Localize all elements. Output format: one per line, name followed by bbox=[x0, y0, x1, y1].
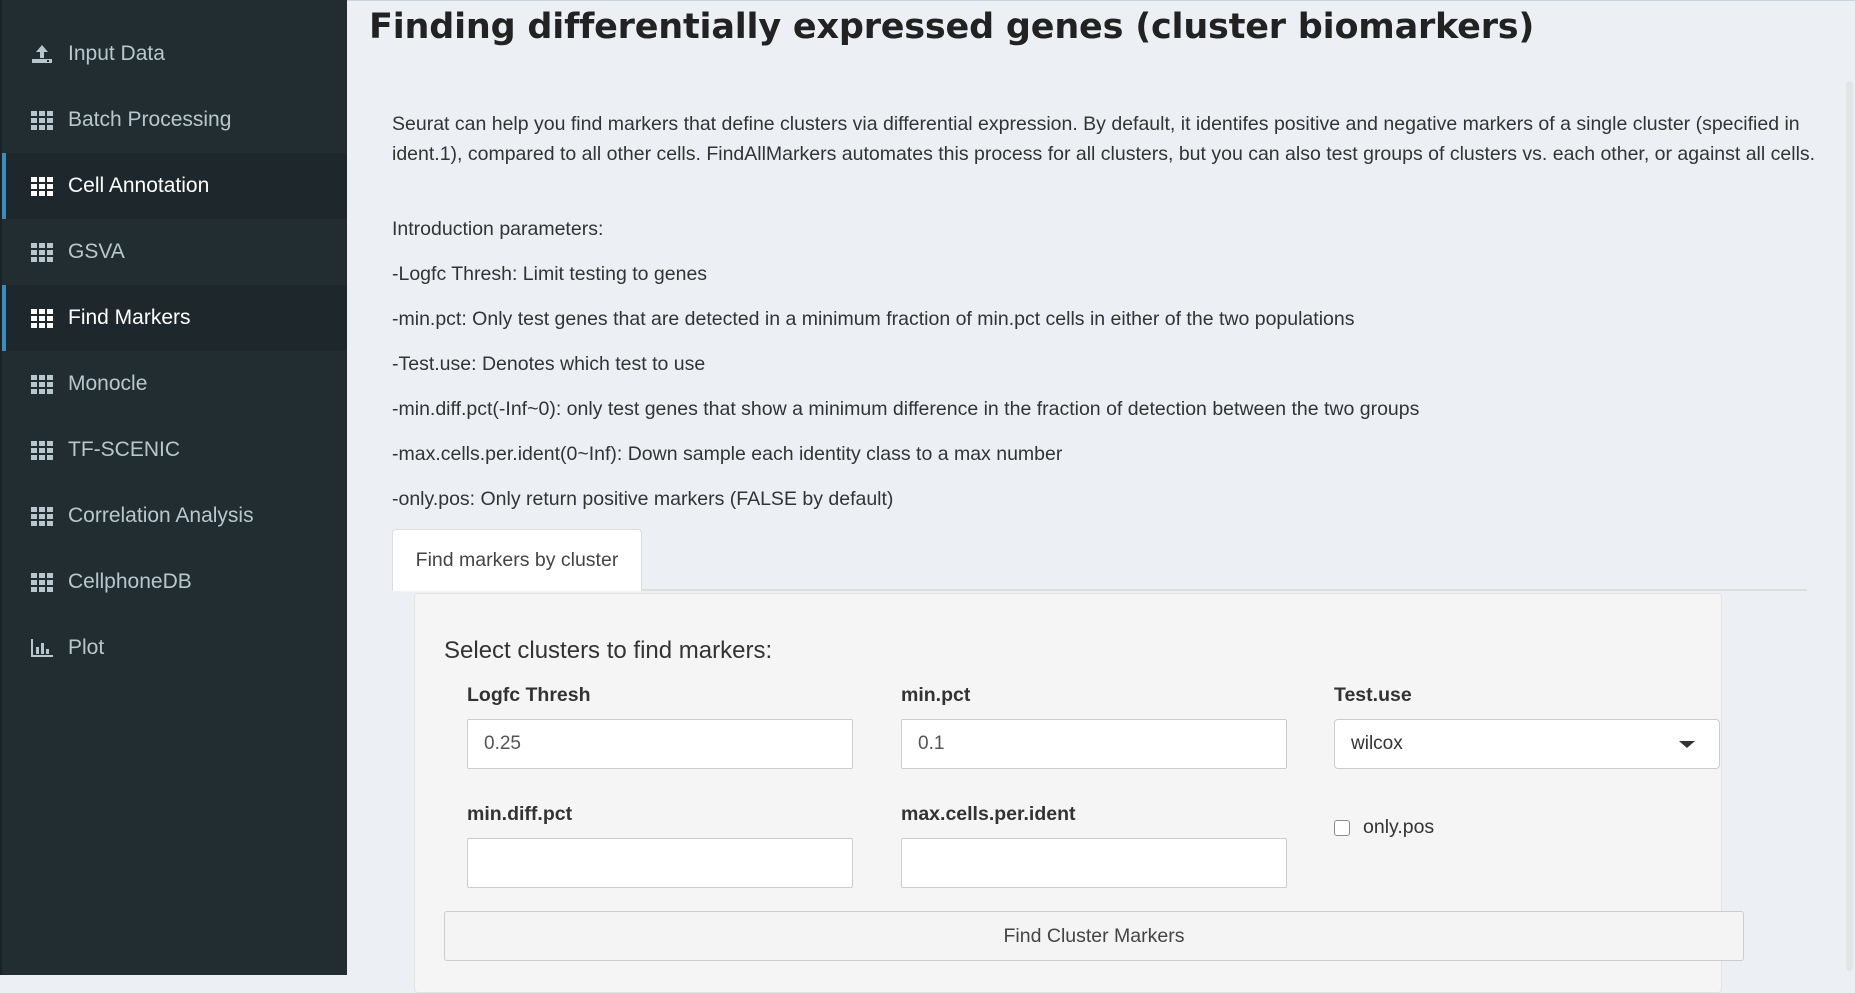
min-pct-input[interactable] bbox=[901, 719, 1287, 769]
sidebar-item-label: GSVA bbox=[68, 240, 125, 263]
grid-icon bbox=[30, 176, 54, 196]
sidebar-item-label: Input Data bbox=[68, 42, 165, 65]
caret-down-icon bbox=[1679, 741, 1695, 748]
main-content: Finding differentially expressed genes (… bbox=[347, 0, 1855, 993]
sidebar-item-label: TF-SCENIC bbox=[68, 438, 180, 461]
param-logfc-description: -Logfc Thresh: Limit testing to genes bbox=[392, 263, 708, 285]
min-pct-label: min.pct bbox=[901, 684, 971, 706]
grid-icon bbox=[30, 374, 54, 394]
grid-icon bbox=[30, 572, 54, 592]
intro-paragraph: Seurat can help you find markers that de… bbox=[392, 113, 1816, 165]
max-cells-per-ident-label: max.cells.per.ident bbox=[901, 803, 1076, 825]
sidebar-item-tf-scenic[interactable]: TF-SCENIC bbox=[2, 417, 347, 483]
sidebar-item-label: Batch Processing bbox=[68, 108, 232, 131]
test-use-selected-value: wilcox bbox=[1351, 733, 1403, 754]
sidebar: Input Data Batch Processing Cell Annotat… bbox=[0, 0, 347, 975]
page-title: Finding differentially expressed genes (… bbox=[369, 7, 1535, 47]
panel-heading: Select clusters to find markers: bbox=[444, 637, 773, 664]
grid-icon bbox=[30, 506, 54, 526]
grid-icon bbox=[30, 440, 54, 460]
sidebar-item-label: Plot bbox=[68, 636, 105, 659]
logfc-thresh-input[interactable] bbox=[467, 719, 853, 769]
min-diff-pct-input[interactable] bbox=[467, 838, 853, 888]
param-maxcells-description: -max.cells.per.ident(0~Inf): Down sample… bbox=[392, 443, 1063, 465]
only-pos-label[interactable]: only.pos bbox=[1363, 816, 1434, 839]
max-cells-per-ident-input[interactable] bbox=[901, 838, 1287, 888]
param-onlypos-description: -only.pos: Only return positive markers … bbox=[392, 488, 894, 510]
scrollbar-thumb[interactable] bbox=[1846, 81, 1853, 971]
sidebar-item-monocle[interactable]: Monocle bbox=[2, 351, 347, 417]
min-diff-pct-label: min.diff.pct bbox=[467, 803, 573, 825]
sidebar-item-label: Correlation Analysis bbox=[68, 504, 254, 527]
scrollbar[interactable] bbox=[1843, 1, 1855, 976]
tab-find-markers-by-cluster[interactable]: Find markers by cluster bbox=[392, 529, 642, 591]
sidebar-item-cellphonedb[interactable]: CellphoneDB bbox=[2, 549, 347, 615]
param-mindiff-description: -min.diff.pct(-Inf~0): only test genes t… bbox=[392, 398, 1420, 420]
sidebar-item-label: Find Markers bbox=[68, 306, 191, 329]
bar-chart-icon bbox=[30, 638, 54, 658]
sidebar-item-correlation-analysis[interactable]: Correlation Analysis bbox=[2, 483, 347, 549]
sidebar-item-label: Monocle bbox=[68, 372, 148, 395]
sidebar-item-gsva[interactable]: GSVA bbox=[2, 219, 347, 285]
param-testuse-description: -Test.use: Denotes which test to use bbox=[392, 353, 706, 375]
param-minpct-description: -min.pct: Only test genes that are detec… bbox=[392, 308, 1355, 330]
sidebar-item-find-markers[interactable]: Find Markers bbox=[2, 285, 347, 351]
grid-icon bbox=[30, 308, 54, 328]
test-use-select[interactable]: wilcox bbox=[1334, 719, 1720, 769]
find-cluster-markers-button[interactable]: Find Cluster Markers bbox=[444, 911, 1744, 961]
grid-icon bbox=[30, 242, 54, 262]
logfc-thresh-label: Logfc Thresh bbox=[467, 684, 591, 706]
parameters-heading: Introduction parameters: bbox=[392, 218, 604, 240]
only-pos-checkbox[interactable] bbox=[1334, 820, 1350, 836]
grid-icon bbox=[30, 110, 54, 130]
sidebar-item-label: Cell Annotation bbox=[68, 174, 210, 197]
sidebar-item-input-data[interactable]: Input Data bbox=[2, 21, 347, 87]
sidebar-item-label: CellphoneDB bbox=[68, 570, 192, 593]
sidebar-item-cell-annotation[interactable]: Cell Annotation bbox=[2, 153, 347, 219]
sidebar-item-plot[interactable]: Plot bbox=[2, 615, 347, 681]
upload-icon bbox=[30, 44, 54, 64]
test-use-label: Test.use bbox=[1334, 684, 1412, 706]
sidebar-item-batch-processing[interactable]: Batch Processing bbox=[2, 87, 347, 153]
